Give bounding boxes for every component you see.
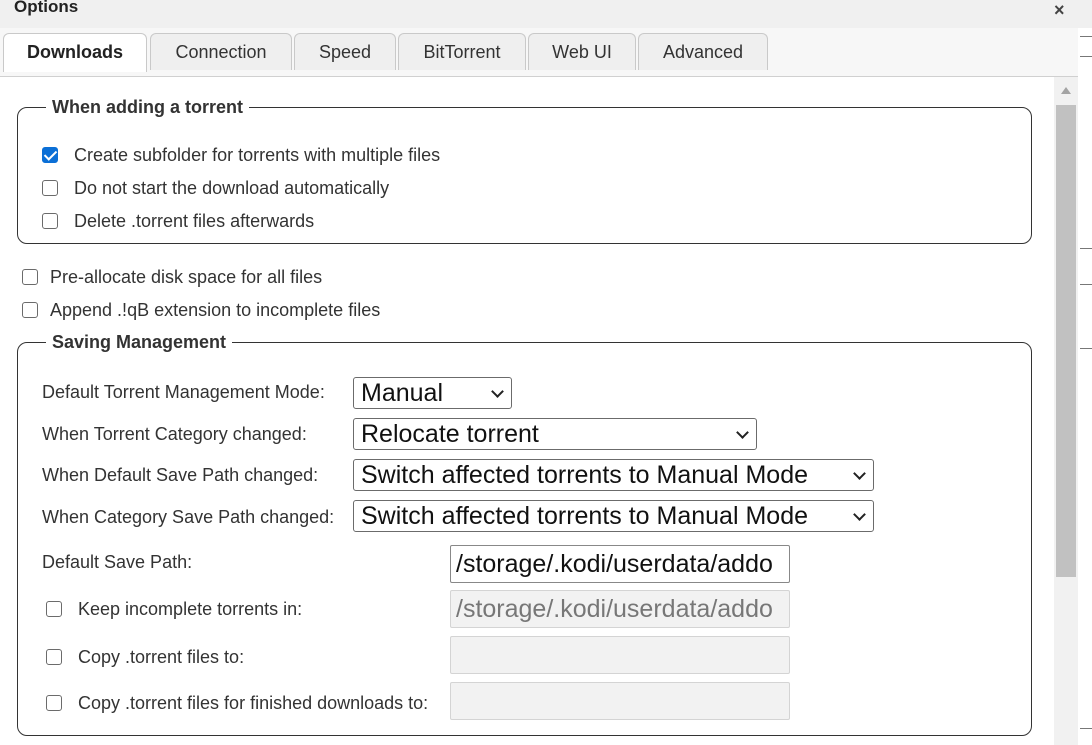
tab-webui[interactable]: Web UI [528, 33, 636, 70]
copy-torrent-checkbox[interactable] [46, 649, 62, 665]
chevron-down-icon [736, 426, 749, 439]
chevron-down-icon [853, 508, 866, 521]
copy-torrent-label: Copy .torrent files to: [78, 646, 245, 667]
no-autostart-label: Do not start the download automatically [74, 177, 390, 198]
copy-torrent-row[interactable]: Copy .torrent files to: [46, 645, 244, 669]
default-save-path-input[interactable]: /storage/.kodi/userdata/addo [450, 545, 790, 583]
preallocate-checkbox[interactable] [22, 269, 38, 285]
close-icon[interactable]: × [1054, 0, 1065, 21]
downloads-panel: When adding a torrent Create subfolder f… [0, 77, 1054, 745]
background-window-edge [1078, 28, 1092, 745]
preallocate-label: Pre-allocate disk space for all files [50, 266, 323, 287]
category-path-changed-select[interactable]: Switch affected torrents to Manual Mode [353, 500, 874, 532]
default-path-changed-label: When Default Save Path changed: [42, 465, 319, 485]
append-ext-row[interactable]: Append .!qB extension to incomplete file… [22, 298, 380, 322]
tab-bar: Downloads Connection Speed BitTorrent We… [0, 28, 1078, 77]
dialog-titlebar: Options × [0, 0, 1092, 29]
category-path-changed-label: When Category Save Path changed: [42, 507, 335, 527]
create-subfolder-row[interactable]: Create subfolder for torrents with multi… [42, 143, 440, 167]
tab-downloads[interactable]: Downloads [3, 33, 147, 72]
delete-torrent-checkbox[interactable] [42, 213, 58, 229]
no-autostart-checkbox[interactable] [42, 180, 58, 196]
mode-label: Default Torrent Management Mode: [42, 382, 325, 402]
keep-incomplete-path-input[interactable]: /storage/.kodi/userdata/addo [450, 590, 790, 628]
scroll-up-arrow-icon[interactable] [1061, 87, 1071, 94]
append-ext-label: Append .!qB extension to incomplete file… [50, 299, 381, 320]
saving-management-legend: Saving Management [52, 332, 227, 352]
copy-finished-row[interactable]: Copy .torrent files for finished downloa… [46, 691, 428, 715]
tab-connection[interactable]: Connection [150, 33, 292, 70]
default-path-changed-select-value: Switch affected torrents to Manual Mode [361, 461, 808, 489]
vertical-scrollbar[interactable] [1054, 77, 1078, 745]
copy-finished-path-input[interactable] [450, 682, 790, 720]
scrollbar-thumb[interactable] [1056, 105, 1076, 577]
dialog-title: Options [14, 0, 79, 16]
create-subfolder-checkbox[interactable] [42, 147, 58, 163]
default-save-path-label: Default Save Path: [42, 552, 193, 572]
preallocate-row[interactable]: Pre-allocate disk space for all files [22, 265, 322, 289]
delete-torrent-row[interactable]: Delete .torrent files afterwards [42, 209, 314, 233]
tab-advanced[interactable]: Advanced [638, 33, 768, 70]
copy-torrent-path-input[interactable] [450, 636, 790, 674]
keep-incomplete-label: Keep incomplete torrents in: [78, 598, 303, 619]
mode-select[interactable]: Manual [353, 377, 512, 409]
copy-finished-checkbox[interactable] [46, 695, 62, 711]
create-subfolder-label: Create subfolder for torrents with multi… [74, 144, 441, 165]
no-autostart-row[interactable]: Do not start the download automatically [42, 176, 389, 200]
category-path-changed-select-value: Switch affected torrents to Manual Mode [361, 502, 808, 530]
tab-speed[interactable]: Speed [294, 33, 396, 70]
mode-select-value: Manual [361, 379, 443, 407]
copy-finished-label: Copy .torrent files for finished downloa… [78, 692, 429, 713]
category-changed-select[interactable]: Relocate torrent [353, 418, 757, 450]
delete-torrent-label: Delete .torrent files afterwards [74, 210, 315, 231]
append-ext-checkbox[interactable] [22, 302, 38, 318]
keep-incomplete-checkbox[interactable] [46, 601, 62, 617]
category-changed-select-value: Relocate torrent [361, 420, 539, 448]
chevron-down-icon [491, 385, 504, 398]
keep-incomplete-row[interactable]: Keep incomplete torrents in: [46, 597, 302, 621]
chevron-down-icon [853, 467, 866, 480]
tab-bittorrent[interactable]: BitTorrent [398, 33, 526, 70]
when-adding-legend: When adding a torrent [52, 97, 243, 117]
category-changed-label: When Torrent Category changed: [42, 424, 307, 444]
default-path-changed-select[interactable]: Switch affected torrents to Manual Mode [353, 459, 874, 491]
